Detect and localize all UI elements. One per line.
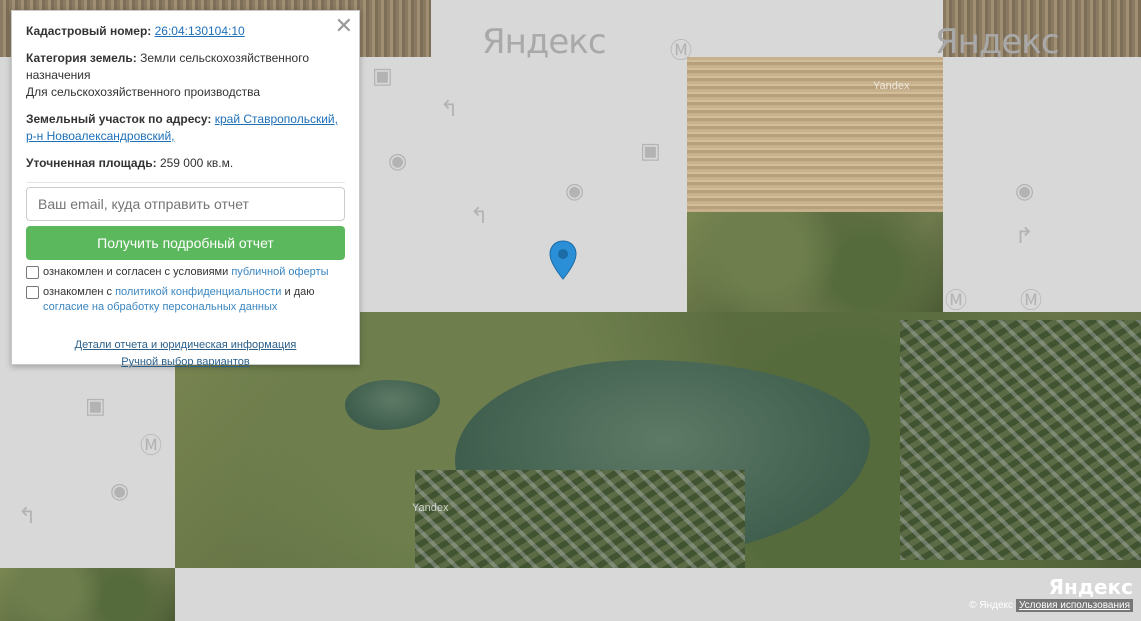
turn-icon: ↰	[440, 96, 459, 121]
pin-icon: ◉	[565, 178, 585, 203]
popup-footer-links: Детали отчета и юридическая информация Р…	[26, 337, 345, 371]
public-offer-link[interactable]: публичной оферты	[231, 266, 328, 278]
category-label: Категория земель:	[26, 51, 137, 65]
pin-icon: ◉	[110, 478, 130, 503]
cadastral-number-link[interactable]: 26:04:130104:10	[155, 24, 245, 38]
divider	[26, 182, 345, 183]
bus-icon: ▣	[85, 393, 106, 418]
terms-link[interactable]: Условия использования	[1016, 599, 1133, 612]
consent-privacy-mid: и даю	[284, 286, 315, 298]
metro-icon: Ⓜ	[140, 433, 163, 458]
report-details-link[interactable]: Детали отчета и юридическая информация	[26, 337, 345, 354]
bus-icon: ▣	[372, 63, 393, 88]
consent-privacy: ознакомлен с политикой конфиденциальност…	[26, 285, 345, 315]
privacy-policy-link[interactable]: политикой конфиденциальности	[115, 286, 281, 298]
get-report-button[interactable]: Получить подробный отчет	[26, 226, 345, 260]
yandex-logo: Яндекс	[1048, 575, 1133, 599]
placeholder-tile	[175, 568, 1141, 621]
address-row: Земельный участок по адресу: край Ставро…	[26, 111, 345, 145]
bus-icon: ▣	[640, 138, 661, 163]
yandex-watermark: Яндекс	[935, 22, 1060, 62]
parcel-info-popup: ✕ Кадастровый номер: 26:04:130104:10 Кат…	[11, 10, 360, 368]
village-area	[900, 320, 1141, 560]
copyright-text: © Яндекс	[969, 600, 1013, 611]
category-row: Категория земель: Земли сельскохозяйстве…	[26, 50, 345, 101]
yandex-watermark: Яндекс	[482, 22, 607, 62]
location-marker-icon[interactable]	[549, 240, 577, 280]
metro-icon: Ⓜ	[670, 38, 693, 63]
consent-privacy-text: ознакомлен с	[43, 286, 113, 298]
map-copyright: © Яндекс Условия использования	[969, 599, 1133, 612]
email-field[interactable]	[26, 187, 345, 221]
turn-icon: ↱	[1015, 223, 1034, 248]
address-label: Земельный участок по адресу:	[26, 112, 212, 126]
manual-selection-link[interactable]: Ручной выбор вариантов	[26, 354, 345, 371]
area-value: 259 000 кв.м.	[159, 156, 234, 170]
category-use: Для сельскохозяйственного производства	[26, 85, 261, 99]
area-row: Уточненная площадь: 259 000 кв.м.	[26, 155, 345, 172]
consent-offer-text: ознакомлен и согласен с условиями	[43, 266, 229, 278]
offer-checkbox[interactable]	[26, 266, 39, 279]
personal-data-consent-link[interactable]: согласие на обработку персональных данны…	[43, 301, 277, 313]
close-icon[interactable]: ✕	[335, 15, 353, 37]
cadastral-row: Кадастровый номер: 26:04:130104:10	[26, 23, 345, 40]
village-area	[415, 470, 745, 568]
area-label: Уточненная площадь:	[26, 156, 157, 170]
metro-icon: Ⓜ	[1020, 288, 1043, 313]
satellite-tile	[0, 568, 175, 621]
consent-offer: ознакомлен и согласен с условиями публич…	[26, 265, 345, 280]
pin-icon: ◉	[388, 148, 408, 173]
pin-icon: ◉	[1015, 178, 1035, 203]
cadastral-label: Кадастровый номер:	[26, 24, 152, 38]
imagery-mark: Yandex	[873, 80, 910, 92]
placeholder-tile	[943, 57, 1141, 312]
metro-icon: Ⓜ	[945, 288, 968, 313]
privacy-checkbox[interactable]	[26, 286, 39, 299]
turn-icon: ↰	[18, 503, 37, 528]
turn-icon: ↰	[470, 203, 489, 228]
imagery-mark: Yandex	[412, 502, 449, 514]
satellite-tile	[687, 212, 943, 312]
